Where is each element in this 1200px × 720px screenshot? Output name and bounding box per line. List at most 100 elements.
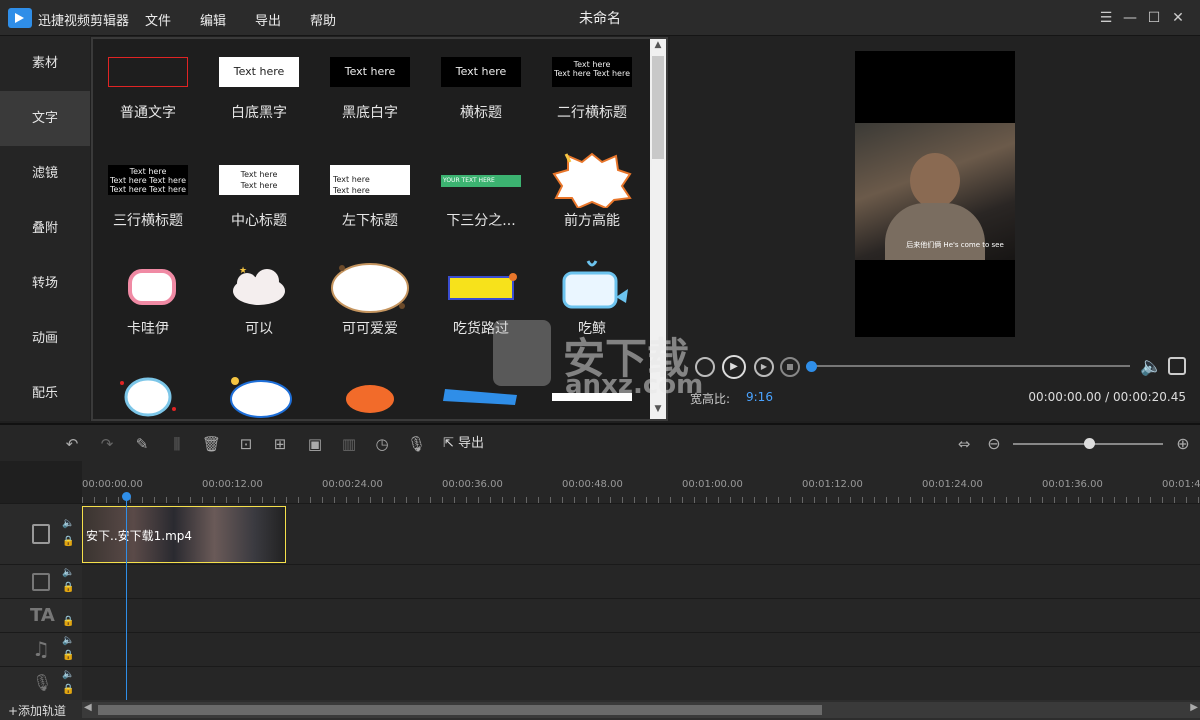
resize-icon[interactable]: ⊞ xyxy=(271,435,289,453)
aspect-ratio-value[interactable]: 9:16 xyxy=(746,390,773,404)
zoom-handle[interactable] xyxy=(1084,438,1095,449)
delete-icon[interactable]: 🗑 xyxy=(202,435,221,453)
video-subtitle: 后来他们俩 He's come to see xyxy=(906,241,1004,249)
template-white-bg[interactable]: Text here 白底黑字 xyxy=(209,39,309,139)
template-lower-third[interactable]: YOUR TEXT HERE 下三分之... xyxy=(431,147,531,247)
sidebar-item-text[interactable]: 文字 xyxy=(0,91,90,146)
minimize-icon[interactable]: — xyxy=(1122,10,1138,26)
scrollbar-thumb[interactable] xyxy=(652,56,664,159)
sidebar-item-animation[interactable]: 动画 xyxy=(0,311,90,366)
template-center-title[interactable]: Text here Text here 中心标题 xyxy=(209,147,309,247)
menu-icon[interactable]: ☰ xyxy=(1098,10,1114,26)
playhead-handle[interactable] xyxy=(122,492,131,501)
template-bottom-left-title[interactable]: Text here Text here 左下标题 xyxy=(320,147,420,247)
template-high-energy[interactable]: 前方高能 xyxy=(542,147,642,247)
lock-icon[interactable]: 🔒 xyxy=(62,684,74,695)
body-shape xyxy=(885,203,985,260)
menu-export[interactable]: 导出 xyxy=(255,10,281,29)
sidebar-item-music[interactable]: 配乐 xyxy=(0,366,90,421)
volume-icon[interactable]: 🔈 xyxy=(1140,356,1162,377)
track-header: ♫ 🔈 🔒 xyxy=(0,633,82,666)
lock-icon[interactable]: 🔒 xyxy=(62,616,74,627)
track-body[interactable] xyxy=(82,565,1200,598)
template-label: 下三分之... xyxy=(446,213,516,229)
mosaic-icon[interactable]: ▣ xyxy=(306,435,324,453)
sidebar: 素材 文字 滤镜 叠附 转场 动画 配乐 xyxy=(0,36,90,421)
scrollbar-thumb[interactable] xyxy=(98,705,822,715)
prev-frame-icon[interactable] xyxy=(695,357,715,377)
track-body[interactable] xyxy=(82,633,1200,666)
audio-bars-icon[interactable]: ▥ xyxy=(340,435,358,453)
redo-icon[interactable]: ↷ xyxy=(98,435,116,453)
ruler-label: 00:01:36.00 xyxy=(1042,479,1103,490)
video-frame: 后来他们俩 He's come to see xyxy=(855,123,1015,260)
lock-icon[interactable]: 🔒 xyxy=(62,536,74,547)
scroll-right-icon[interactable]: ▶ xyxy=(1190,702,1198,713)
template-label: 中心标题 xyxy=(231,213,287,229)
template-label: 左下标题 xyxy=(342,213,398,229)
close-icon[interactable]: ✕ xyxy=(1170,10,1186,26)
crop-icon[interactable]: ⊡ xyxy=(237,435,255,453)
bottom-bar: +添加轨道 ◀ ▶ xyxy=(0,700,1200,720)
timeline-tracks: 🔈 🔒 安下..安下载1.mp4 🔈 🔒 TA 🔒 ♫ 🔈 🔒 🎙 🔈 🔒 xyxy=(0,503,1200,700)
template-thumb: Text here Text here Text here xyxy=(552,57,632,87)
template-thumb xyxy=(108,57,188,87)
stop-icon[interactable] xyxy=(780,357,800,377)
scroll-up-icon[interactable]: ▲ xyxy=(652,40,664,52)
template-thumb: Text here xyxy=(219,57,299,87)
playhead-line[interactable] xyxy=(126,496,127,700)
maximize-icon[interactable]: ☐ xyxy=(1146,10,1162,26)
template-ok[interactable]: ★ 可以 xyxy=(209,255,309,355)
play-icon[interactable]: ▶ xyxy=(722,355,746,379)
template-two-line-title[interactable]: Text here Text here Text here 二行横标题 xyxy=(542,39,642,139)
fit-timeline-icon[interactable]: ⇔ xyxy=(955,435,973,453)
export-icon: ⇱ xyxy=(443,436,454,451)
menu-file[interactable]: 文件 xyxy=(145,10,171,29)
template-label: 前方高能 xyxy=(564,213,620,229)
progress-handle[interactable] xyxy=(806,361,817,372)
lock-icon[interactable]: 🔒 xyxy=(62,582,74,593)
microphone-icon[interactable]: 🎙 xyxy=(407,435,426,453)
template-plain-text[interactable]: 普通文字 xyxy=(98,39,198,139)
progress-track[interactable] xyxy=(812,365,1130,367)
fullscreen-icon[interactable] xyxy=(1168,357,1186,375)
clock-icon[interactable]: ◷ xyxy=(373,435,391,453)
track-header: 🔈 🔒 xyxy=(0,565,82,598)
zoom-in-icon[interactable]: ⊕ xyxy=(1174,435,1192,453)
undo-icon[interactable]: ↶ xyxy=(63,435,81,453)
zoom-out-icon[interactable]: ⊖ xyxy=(985,435,1003,453)
template-cute[interactable]: 可可爱爱 xyxy=(320,255,420,355)
scroll-left-icon[interactable]: ◀ xyxy=(84,702,92,713)
sidebar-item-overlay[interactable]: 叠附 xyxy=(0,201,90,256)
edit-icon[interactable]: ✎ xyxy=(133,435,151,453)
add-track-button[interactable]: +添加轨道 xyxy=(8,702,66,719)
pip-track: 🔈 🔒 xyxy=(0,564,1200,598)
sidebar-item-transition[interactable]: 转场 xyxy=(0,256,90,311)
export-button[interactable]: ⇱ 导出 xyxy=(443,435,503,453)
horizontal-scrollbar[interactable]: ◀ ▶ xyxy=(82,702,1200,718)
blue-ribbon-sticker-icon xyxy=(443,389,517,405)
next-frame-icon[interactable]: ▶ xyxy=(754,357,774,377)
template-label: 黑底白字 xyxy=(342,105,398,121)
track-body[interactable]: 安下..安下载1.mp4 xyxy=(82,504,1200,564)
template-three-line-title[interactable]: Text here Text here Text here Text here … xyxy=(98,147,198,247)
template-black-bg[interactable]: Text here 黑底白字 xyxy=(320,39,420,139)
lock-icon[interactable]: 🔒 xyxy=(62,650,74,661)
sidebar-item-material[interactable]: 素材 xyxy=(0,36,90,91)
mute-icon[interactable]: 🔈 xyxy=(62,635,74,646)
menu-help[interactable]: 帮助 xyxy=(310,10,336,29)
mute-icon[interactable]: 🔈 xyxy=(62,669,74,680)
mute-icon[interactable]: 🔈 xyxy=(62,518,74,529)
menu-edit[interactable]: 编辑 xyxy=(200,10,226,29)
template-horizontal-title[interactable]: Text here 横标题 xyxy=(431,39,531,139)
scroll-down-icon[interactable]: ▼ xyxy=(652,404,664,416)
track-body[interactable] xyxy=(82,667,1200,700)
track-body[interactable] xyxy=(82,599,1200,632)
template-thumb: Text here Text here xyxy=(330,165,410,195)
video-clip[interactable]: 安下..安下载1.mp4 xyxy=(82,506,286,563)
template-kawaii[interactable]: 卡哇伊 xyxy=(98,255,198,355)
mute-icon[interactable]: 🔈 xyxy=(62,567,74,578)
sidebar-item-filter[interactable]: 滤镜 xyxy=(0,146,90,201)
split-icon[interactable]: ⫼ xyxy=(168,435,186,453)
time-ruler[interactable]: 00:00:00.00 00:00:12.00 00:00:24.00 00:0… xyxy=(82,461,1200,503)
